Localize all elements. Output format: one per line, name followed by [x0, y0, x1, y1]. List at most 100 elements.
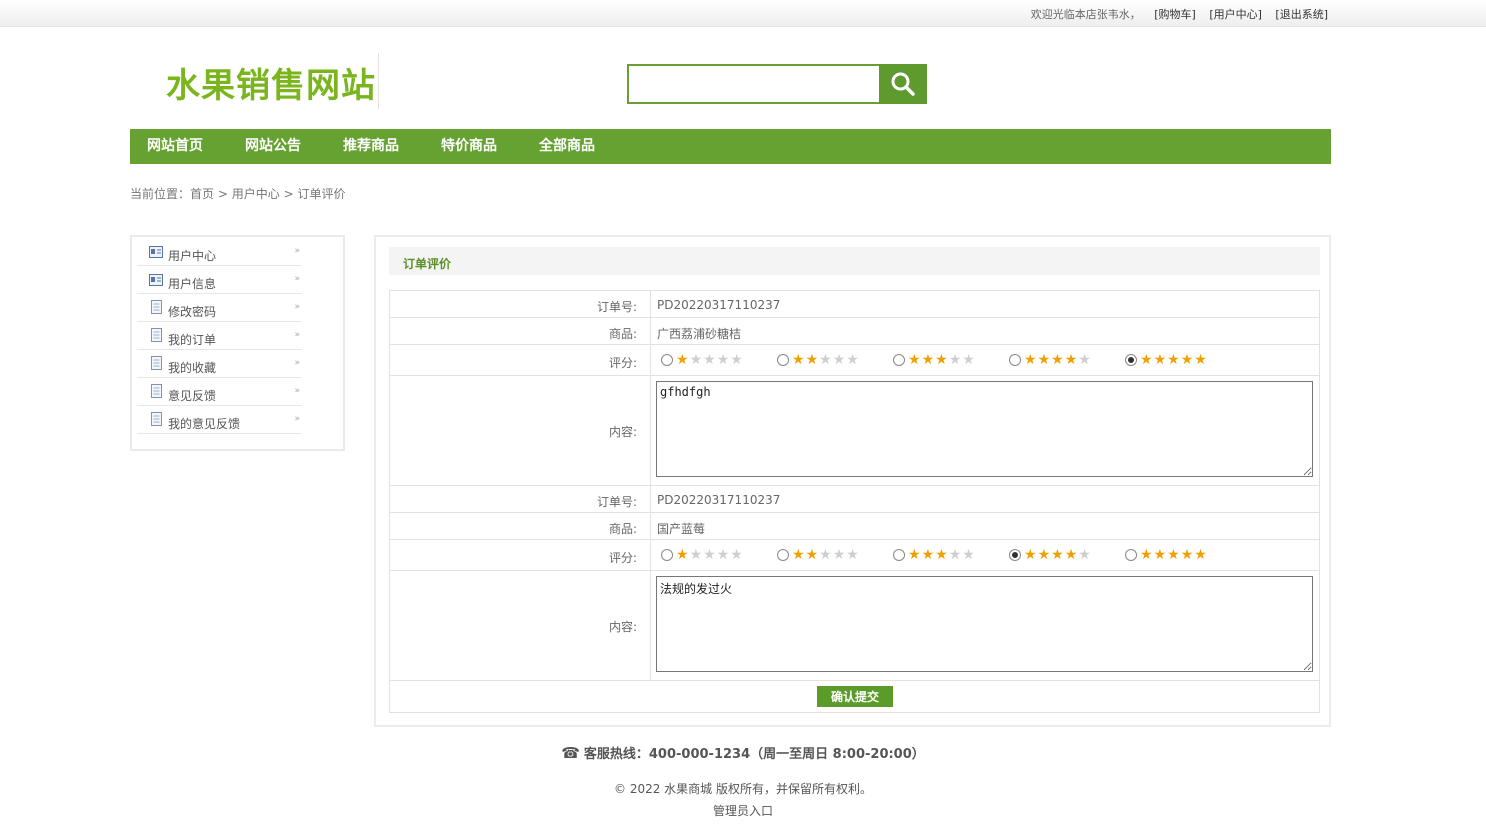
rating-label: 评分: [608, 551, 637, 565]
table-row-content: 内容: [390, 376, 1319, 486]
rating-option[interactable]: ★ ★ ★ ★ ★ [893, 345, 976, 375]
star-icon: ★ [846, 547, 859, 563]
cart-link[interactable]: [购物车] [1154, 8, 1196, 21]
rating-option[interactable]: ★ ★ ★ ★ ★ [1125, 540, 1208, 570]
table-row-content: 内容: [390, 571, 1319, 681]
table-row-order-number: 订单号: PD20220317110237 [390, 486, 1319, 513]
rating-radio[interactable] [893, 549, 905, 561]
sidebar-item-my-feedback[interactable]: 我的意见反馈 » [137, 407, 302, 434]
star-icon: ★ [1037, 547, 1051, 563]
rating-stars: ★ ★ ★ ★ ★ [908, 353, 976, 367]
rating-option[interactable]: ★ ★ ★ ★ ★ [777, 345, 860, 375]
rating-radio[interactable] [1125, 549, 1137, 561]
star-icon: ★ [1194, 547, 1207, 563]
top-bar-links: 欢迎光临本店张韦水， [购物车] [用户中心] [退出系统] [1021, 6, 1328, 22]
rating-option[interactable]: ★ ★ ★ ★ ★ [1009, 345, 1092, 375]
star-icon: ★ [1037, 352, 1051, 368]
site-logo[interactable]: 水果销售网站 [166, 58, 376, 107]
star-icon: ★ [908, 352, 921, 368]
sidebar-item-my-favorites[interactable]: 我的收藏 » [137, 351, 302, 378]
star-icon: ★ [921, 547, 935, 563]
logout-link[interactable]: [退出系统] [1275, 8, 1328, 21]
sidebar-item-feedback[interactable]: 意见反馈 » [137, 379, 302, 406]
order-number-label: 订单号: [596, 300, 637, 314]
rating-option[interactable]: ★ ★ ★ ★ ★ [1009, 540, 1092, 570]
order-number-value: PD20220317110237 [657, 493, 781, 507]
document-icon [151, 356, 162, 370]
chevron-right-icon: » [294, 330, 300, 340]
star-icon: ★ [1064, 547, 1078, 563]
rating-option[interactable]: ★ ★ ★ ★ ★ [893, 540, 976, 570]
star-icon: ★ [805, 547, 819, 563]
nav-item-recommended[interactable]: 推荐商品 [343, 129, 399, 164]
star-icon: ★ [703, 352, 716, 368]
star-icon: ★ [676, 547, 689, 563]
breadcrumb-home[interactable]: 首页 [190, 187, 214, 201]
admin-entry-link[interactable]: 管理员入口 [0, 802, 1486, 819]
rating-label: 评分: [608, 356, 637, 370]
hotline-text: 客服热线：400-000-1234（周一至周日 8:00-20:00） [583, 747, 925, 762]
search-input[interactable] [629, 66, 879, 102]
rating-option[interactable]: ★ ★ ★ ★ ★ [1125, 345, 1208, 375]
star-icon: ★ [1024, 547, 1037, 563]
chevron-right-icon: » [294, 274, 300, 284]
rating-radio[interactable] [1125, 354, 1137, 366]
nav-item-announcements[interactable]: 网站公告 [245, 129, 301, 164]
sidebar-item-user-info[interactable]: 用户信息 » [137, 267, 302, 294]
rating-stars: ★ ★ ★ ★ ★ [676, 548, 744, 562]
search-field[interactable] [627, 64, 879, 104]
top-bar: 欢迎光临本店张韦水， [购物车] [用户中心] [退出系统] [0, 0, 1486, 27]
rating-radio[interactable] [777, 354, 789, 366]
sidebar-item-label: 修改密码 [168, 305, 217, 319]
product-label: 商品: [608, 327, 637, 341]
breadcrumb-separator: > [217, 187, 228, 201]
star-icon: ★ [730, 352, 743, 368]
star-icon: ★ [1078, 352, 1091, 368]
rating-radio[interactable] [1009, 549, 1021, 561]
footer-copyright: © 2022 水果商城 版权所有，并保留所有权利。 [614, 782, 872, 796]
nav-item-special[interactable]: 特价商品 [441, 129, 497, 164]
user-center-link[interactable]: [用户中心] [1209, 8, 1262, 21]
sidebar-item-my-orders[interactable]: 我的订单 » [137, 323, 302, 350]
star-icon: ★ [1051, 547, 1064, 563]
nav-item-all-products[interactable]: 全部商品 [539, 129, 595, 164]
chevron-right-icon: » [294, 246, 300, 256]
content-label: 内容: [608, 425, 637, 439]
rating-radio[interactable] [777, 549, 789, 561]
sidebar-item-change-password[interactable]: 修改密码 » [137, 295, 302, 322]
star-icon: ★ [716, 547, 730, 563]
star-icon: ★ [921, 352, 935, 368]
star-icon: ★ [689, 352, 703, 368]
document-icon [151, 412, 162, 426]
nav-item-home[interactable]: 网站首页 [147, 129, 203, 164]
rating-option[interactable]: ★ ★ ★ ★ ★ [661, 345, 744, 375]
rating-radio[interactable] [661, 549, 673, 561]
panel-title: 订单评价 [403, 257, 452, 271]
order-number-value: PD20220317110237 [657, 298, 781, 312]
sidebar-item-user-center[interactable]: 用户中心 » [137, 239, 302, 266]
sidebar-item-label: 我的订单 [168, 333, 217, 347]
chevron-right-icon: » [294, 358, 300, 368]
rating-radio[interactable] [1009, 354, 1021, 366]
logo-divider [378, 53, 379, 109]
main-nav: 网站首页 网站公告 推荐商品 特价商品 全部商品 [130, 129, 1331, 164]
star-icon: ★ [819, 547, 832, 563]
breadcrumb-user-center[interactable]: 用户中心 [232, 187, 280, 201]
rating-radio[interactable] [661, 354, 673, 366]
table-row-rating: 评分: ★ ★ ★ ★ ★ ★ ★ ★ ★ ★ ★ ★ ★ ★ ★ ★ ★ ★ ★ ★ ★ ★ ★ ★ ★ [390, 345, 1319, 376]
review-content-textarea[interactable] [656, 576, 1313, 672]
rating-option[interactable]: ★ ★ ★ ★ ★ [777, 540, 860, 570]
rating-option[interactable]: ★ ★ ★ ★ ★ [661, 540, 744, 570]
chevron-right-icon: » [294, 414, 300, 424]
table-row-product: 商品: 广西荔浦砂糖桔 [390, 318, 1319, 345]
review-content-textarea[interactable] [656, 381, 1313, 477]
search-button[interactable] [879, 64, 927, 104]
star-icon: ★ [832, 547, 846, 563]
panel-header: 订单评价 [389, 247, 1320, 275]
star-icon: ★ [676, 352, 689, 368]
breadcrumb-separator: > [283, 187, 294, 201]
rating-radio[interactable] [893, 354, 905, 366]
confirm-submit-button[interactable]: 确认提交 [817, 686, 893, 707]
star-icon: ★ [1194, 352, 1207, 368]
star-icon: ★ [908, 547, 921, 563]
